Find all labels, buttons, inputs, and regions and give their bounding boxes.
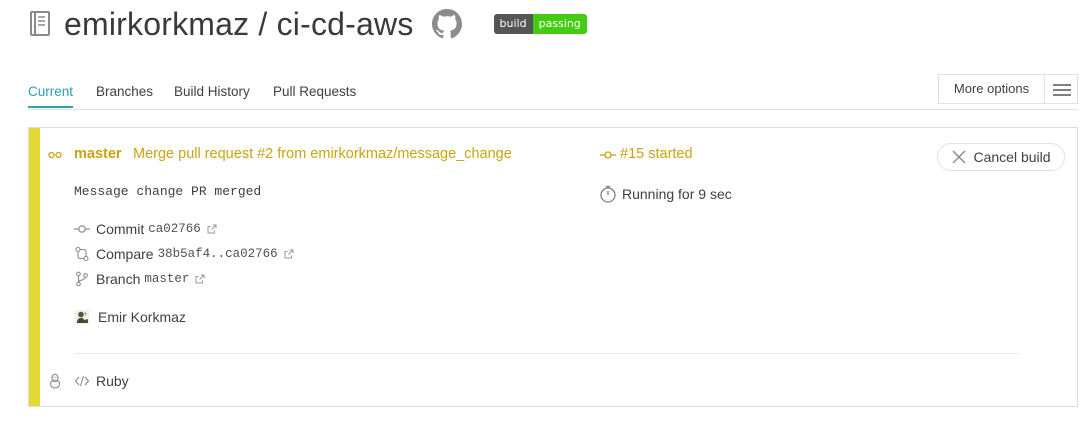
build-duration: Running for 9 sec bbox=[622, 186, 732, 202]
branch-value[interactable]: master bbox=[144, 272, 189, 286]
tab-pull-requests[interactable]: Pull Requests bbox=[273, 84, 356, 99]
repo-tabs: Current Branches Build History Pull Requ… bbox=[28, 74, 1078, 110]
stopwatch-icon bbox=[600, 185, 616, 203]
tab-branches[interactable]: Branches bbox=[96, 84, 153, 99]
build-status-badge[interactable]: build passing bbox=[493, 14, 587, 34]
language-row: Ruby bbox=[74, 373, 129, 389]
branch-icon bbox=[76, 271, 88, 287]
build-commit-message[interactable]: Merge pull request #2 from emirkorkmaz/m… bbox=[133, 146, 512, 162]
build-divider bbox=[75, 353, 1019, 354]
commit-label: Commit bbox=[96, 221, 145, 237]
branch-status-icon bbox=[48, 151, 62, 159]
compare-row[interactable]: Compare 38b5af4..ca02766 bbox=[74, 246, 294, 262]
code-icon bbox=[74, 375, 90, 387]
repo-header: emirkorkmaz / ci-cd-aws build passing bbox=[28, 4, 587, 44]
build-number[interactable]: #15 started bbox=[620, 146, 693, 162]
compare-label: Compare bbox=[96, 246, 154, 262]
author-name: Emir Korkmaz bbox=[98, 309, 186, 325]
author-row: Emir Korkmaz bbox=[74, 309, 186, 325]
compare-range[interactable]: 38b5af4..ca02766 bbox=[158, 247, 278, 261]
badge-label: build bbox=[493, 14, 533, 34]
current-build-card: master Merge pull request #2 from emirko… bbox=[28, 127, 1078, 407]
close-icon bbox=[952, 150, 966, 164]
more-options-button[interactable]: More options bbox=[938, 74, 1078, 104]
tab-build-history[interactable]: Build History bbox=[174, 84, 250, 99]
language-label: Ruby bbox=[96, 373, 129, 389]
build-state-stripe bbox=[29, 128, 40, 406]
branch-row[interactable]: Branch master bbox=[74, 271, 205, 287]
branch-label: Branch bbox=[96, 271, 141, 287]
build-message: Message change PR merged bbox=[74, 184, 262, 199]
badge-status: passing bbox=[532, 14, 587, 34]
commit-row[interactable]: Commit ca02766 bbox=[74, 221, 217, 237]
more-options-label: More options bbox=[953, 81, 1030, 96]
compare-icon bbox=[75, 246, 89, 262]
repo-icon bbox=[30, 11, 50, 36]
build-branch-name[interactable]: master bbox=[74, 146, 122, 162]
github-icon[interactable] bbox=[431, 9, 462, 39]
commit-sha[interactable]: ca02766 bbox=[148, 222, 201, 236]
cancel-build-label: Cancel build bbox=[973, 149, 1051, 165]
avatar bbox=[75, 310, 89, 324]
commit-icon bbox=[74, 225, 90, 233]
cancel-build-button[interactable]: Cancel build bbox=[937, 143, 1065, 171]
commit-icon bbox=[600, 151, 616, 159]
external-link-icon[interactable] bbox=[195, 274, 205, 284]
repo-title[interactable]: emirkorkmaz / ci-cd-aws bbox=[64, 6, 414, 43]
external-link-icon[interactable] bbox=[207, 224, 217, 234]
external-link-icon[interactable] bbox=[284, 249, 294, 259]
linux-icon bbox=[49, 373, 61, 389]
tab-current[interactable]: Current bbox=[28, 84, 74, 108]
hamburger-icon[interactable] bbox=[1044, 75, 1077, 103]
